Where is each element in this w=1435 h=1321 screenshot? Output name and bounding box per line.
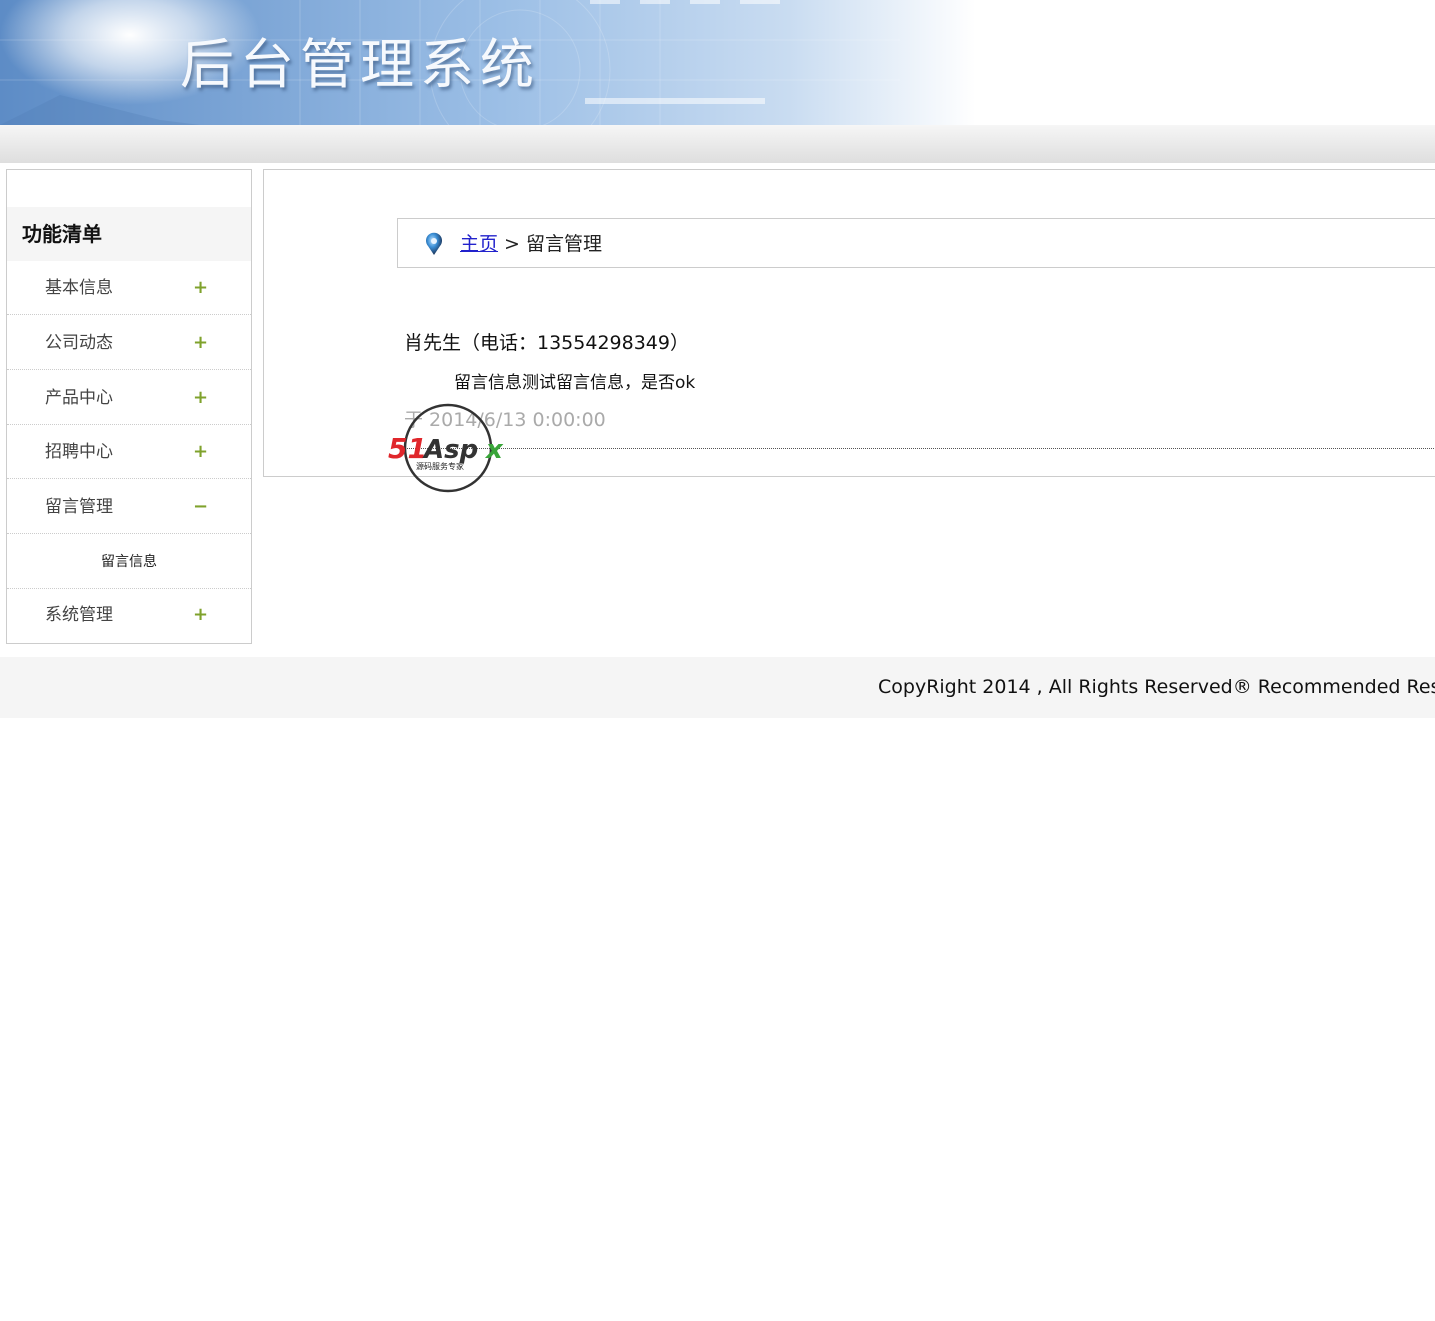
- location-pin-icon: [426, 232, 442, 255]
- footer-copyright: CopyRight 2014 , All Rights Reserved® Re…: [878, 676, 1435, 698]
- watermark-brand-c: x: [484, 435, 504, 465]
- watermark-brand-b: Asp: [422, 435, 478, 465]
- breadcrumb: 主页 > 留言管理: [397, 218, 1435, 268]
- breadcrumb-text: 主页 > 留言管理: [460, 219, 602, 269]
- header-banner: 后台管理系统: [0, 0, 1435, 125]
- sidebar-item-label: 系统管理: [45, 605, 113, 625]
- message-divider: [404, 448, 1435, 449]
- plus-icon[interactable]: +: [193, 316, 208, 370]
- sidebar-item-company-news[interactable]: 公司动态 +: [7, 316, 251, 370]
- footer: CopyRight 2014 , All Rights Reserved® Re…: [0, 657, 1435, 718]
- watermark-brand-a: 51: [388, 432, 427, 465]
- breadcrumb-separator: >: [498, 233, 527, 255]
- top-strip: [0, 125, 1435, 163]
- breadcrumb-home-link[interactable]: 主页: [460, 233, 498, 255]
- sidebar-menu: 功能清单 基本信息 + 公司动态 + 产品中心 + 招聘中心 + 留言管理 − …: [6, 169, 252, 644]
- sidebar-item-system[interactable]: 系统管理 +: [7, 588, 251, 642]
- sidebar-item-products[interactable]: 产品中心 +: [7, 371, 251, 425]
- watermark-logo-icon: 51 Asp x 源码服务专家: [388, 403, 504, 493]
- plus-icon[interactable]: +: [193, 371, 208, 425]
- sidebar-item-label: 招聘中心: [45, 442, 113, 462]
- plus-icon[interactable]: +: [193, 588, 208, 642]
- sidebar-subitem-message-info[interactable]: 留言信息: [7, 535, 251, 589]
- sidebar-item-label: 产品中心: [45, 388, 113, 408]
- message-body: 留言信息测试留言信息，是否ok: [454, 373, 696, 393]
- sidebar-item-messages[interactable]: 留言管理 −: [7, 480, 251, 534]
- sidebar-item-label: 公司动态: [45, 333, 113, 353]
- message-author: 肖先生（电话：13554298349）: [404, 332, 689, 354]
- plus-icon[interactable]: +: [193, 425, 208, 479]
- sidebar-item-basic-info[interactable]: 基本信息 +: [7, 261, 251, 315]
- watermark-tagline: 源码服务专家: [416, 461, 464, 471]
- sidebar-item-recruitment[interactable]: 招聘中心 +: [7, 425, 251, 479]
- sidebar-header: 功能清单: [7, 207, 251, 261]
- sidebar-item-label: 留言管理: [45, 497, 113, 517]
- breadcrumb-current: 留言管理: [526, 233, 603, 255]
- banner-title: 后台管理系统: [180, 33, 540, 96]
- plus-icon[interactable]: +: [193, 261, 208, 315]
- minus-icon[interactable]: −: [193, 480, 208, 534]
- sidebar-item-label: 基本信息: [45, 278, 113, 298]
